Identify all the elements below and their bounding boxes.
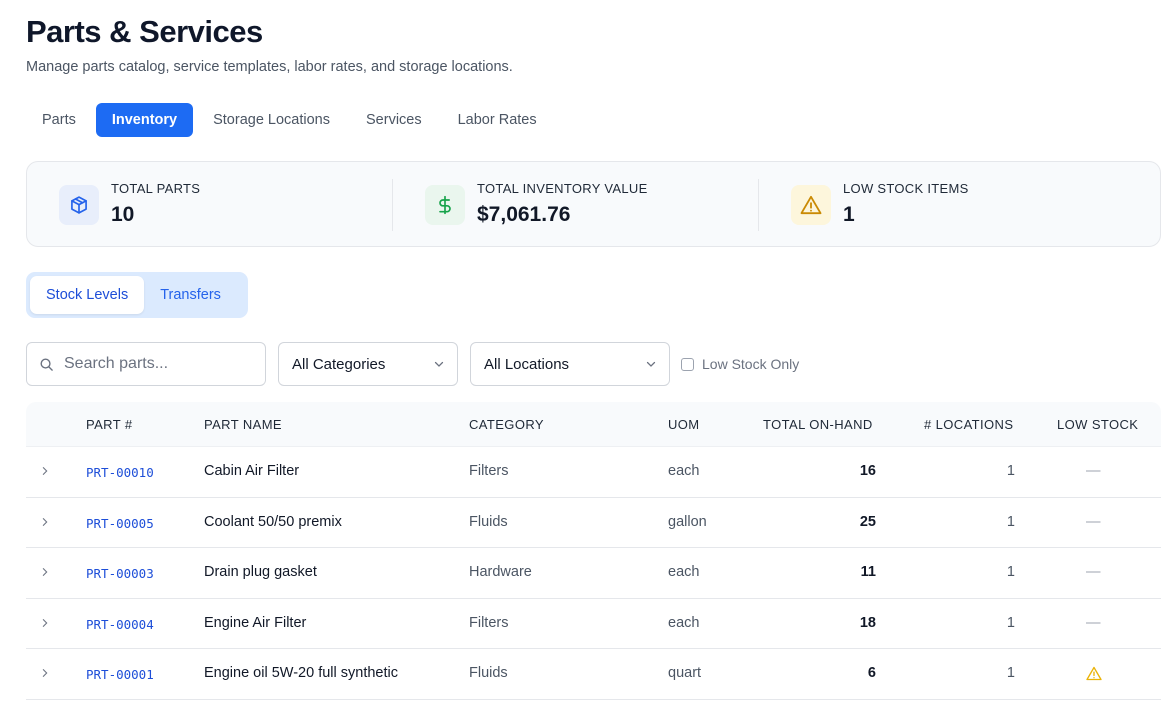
dollar-icon bbox=[425, 185, 465, 225]
stat-value: $7,061.76 bbox=[477, 203, 571, 226]
segment-stock-levels[interactable]: Stock Levels bbox=[30, 276, 145, 314]
uom: quart bbox=[668, 665, 702, 682]
segment-transfers[interactable]: Transfers bbox=[144, 276, 237, 314]
tab-storage-locations[interactable]: Storage Locations bbox=[197, 103, 346, 137]
location-count: 1 bbox=[1006, 463, 1015, 479]
chevron-down-icon bbox=[646, 361, 656, 367]
part-number-link[interactable]: PRT-00004 bbox=[86, 617, 154, 632]
part-name: Engine Air Filter bbox=[204, 614, 307, 631]
warning-icon bbox=[1086, 667, 1102, 681]
category: Filters bbox=[469, 463, 509, 479]
search-icon bbox=[40, 358, 53, 371]
part-name: Coolant 50/50 premix bbox=[204, 513, 342, 530]
part-number-link[interactable]: PRT-00003 bbox=[86, 566, 154, 581]
part-name: Drain plug gasket bbox=[204, 564, 317, 581]
stat-total-parts: TOTAL PARTS 10 bbox=[27, 162, 392, 246]
tab-labor-rates[interactable]: Labor Rates bbox=[442, 103, 553, 137]
stat-value: 10 bbox=[111, 203, 135, 226]
chevron-right-icon[interactable] bbox=[40, 513, 54, 531]
total-on-hand: 11 bbox=[860, 564, 876, 581]
total-on-hand: 6 bbox=[867, 665, 876, 682]
table-header: PART # PART NAME CATEGORY UOM TOTAL ON-H… bbox=[26, 402, 1161, 447]
search-box[interactable] bbox=[26, 342, 266, 386]
stat-inventory-value: TOTAL INVENTORY VALUE $7,061.76 bbox=[393, 162, 758, 246]
location-select[interactable]: All Locations bbox=[470, 342, 670, 386]
uom: gallon bbox=[668, 513, 707, 530]
table-row[interactable]: PRT-00003 Drain plug gasket Hardware eac… bbox=[26, 548, 1161, 599]
table-body: PRT-00010 Cabin Air Filter Filters each … bbox=[26, 447, 1161, 700]
table-row[interactable]: PRT-00004 Engine Air Filter Filters each… bbox=[26, 599, 1161, 650]
chevron-down-icon bbox=[434, 361, 444, 367]
chevron-right-icon[interactable] bbox=[40, 664, 54, 682]
section-tabs: Parts Inventory Storage Locations Servic… bbox=[26, 103, 553, 137]
low-stock-indicator: — bbox=[1086, 463, 1101, 479]
low-stock-indicator: — bbox=[1086, 513, 1101, 530]
tab-parts[interactable]: Parts bbox=[26, 103, 92, 137]
location-select-value: All Locations bbox=[484, 355, 570, 373]
total-on-hand: 18 bbox=[859, 614, 876, 631]
filter-bar: All Categories All Locations Low Stock O… bbox=[26, 342, 826, 386]
low-stock-filter: Low Stock Only bbox=[681, 342, 799, 386]
page-title: Parts & Services bbox=[26, 14, 263, 49]
stat-label: TOTAL PARTS bbox=[111, 181, 201, 196]
chevron-right-icon[interactable] bbox=[40, 614, 54, 632]
uom: each bbox=[668, 614, 700, 631]
category: Fluids bbox=[469, 665, 508, 682]
location-count: 1 bbox=[1006, 513, 1015, 530]
stat-low-stock: LOW STOCK ITEMS 1 bbox=[759, 162, 1124, 246]
column-header-category[interactable]: CATEGORY bbox=[469, 417, 544, 432]
stat-label: LOW STOCK ITEMS bbox=[843, 181, 969, 196]
low-stock-label[interactable]: Low Stock Only bbox=[702, 356, 799, 372]
low-stock-indicator: — bbox=[1086, 564, 1101, 581]
column-header-locations[interactable]: # LOCATIONS bbox=[924, 417, 1013, 432]
part-name: Engine oil 5W-20 full synthetic bbox=[204, 665, 398, 682]
total-on-hand: 16 bbox=[859, 463, 876, 479]
total-on-hand: 25 bbox=[859, 513, 876, 530]
view-segmented-control: Stock Levels Transfers bbox=[26, 272, 248, 318]
category-select[interactable]: All Categories bbox=[278, 342, 458, 386]
column-header-part-no[interactable]: PART # bbox=[86, 417, 132, 432]
category-select-value: All Categories bbox=[292, 355, 386, 373]
stat-label: TOTAL INVENTORY VALUE bbox=[477, 181, 648, 196]
part-number-link[interactable]: PRT-00001 bbox=[86, 667, 154, 682]
location-count: 1 bbox=[1006, 665, 1015, 682]
search-input[interactable] bbox=[64, 355, 254, 373]
tab-services[interactable]: Services bbox=[350, 103, 438, 137]
column-header-low-stock[interactable]: LOW STOCK bbox=[1057, 417, 1138, 432]
warning-icon bbox=[791, 185, 831, 225]
stats-card: TOTAL PARTS 10 TOTAL INVENTORY VALUE $7,… bbox=[26, 161, 1161, 247]
low-stock-indicator: — bbox=[1086, 614, 1101, 631]
page-subtitle: Manage parts catalog, service templates,… bbox=[26, 59, 513, 75]
part-number-link[interactable]: PRT-00005 bbox=[86, 516, 154, 531]
table-row[interactable]: PRT-00001 Engine oil 5W-20 full syntheti… bbox=[26, 649, 1161, 700]
chevron-right-icon[interactable] bbox=[40, 462, 54, 480]
table-row[interactable]: PRT-00005 Coolant 50/50 premix Fluids ga… bbox=[26, 498, 1161, 549]
table-row[interactable]: PRT-00010 Cabin Air Filter Filters each … bbox=[26, 447, 1161, 498]
category: Filters bbox=[469, 614, 509, 631]
location-count: 1 bbox=[1006, 564, 1015, 581]
part-number-link[interactable]: PRT-00010 bbox=[86, 465, 154, 480]
part-name: Cabin Air Filter bbox=[204, 463, 300, 479]
chevron-right-icon[interactable] bbox=[40, 563, 54, 581]
category: Fluids bbox=[469, 513, 508, 530]
box-icon bbox=[59, 185, 99, 225]
uom: each bbox=[668, 463, 700, 479]
column-header-part-name[interactable]: PART NAME bbox=[204, 417, 282, 432]
column-header-total-on-hand[interactable]: TOTAL ON-HAND bbox=[763, 417, 873, 432]
low-stock-checkbox[interactable] bbox=[681, 357, 694, 371]
stock-table: PART # PART NAME CATEGORY UOM TOTAL ON-H… bbox=[26, 402, 1161, 700]
low-stock-indicator bbox=[1086, 666, 1102, 685]
stat-value: 1 bbox=[843, 203, 855, 226]
category: Hardware bbox=[469, 564, 532, 581]
location-count: 1 bbox=[1006, 614, 1015, 631]
uom: each bbox=[668, 564, 700, 581]
tab-inventory[interactable]: Inventory bbox=[95, 103, 194, 137]
column-header-uom[interactable]: UOM bbox=[668, 417, 700, 432]
